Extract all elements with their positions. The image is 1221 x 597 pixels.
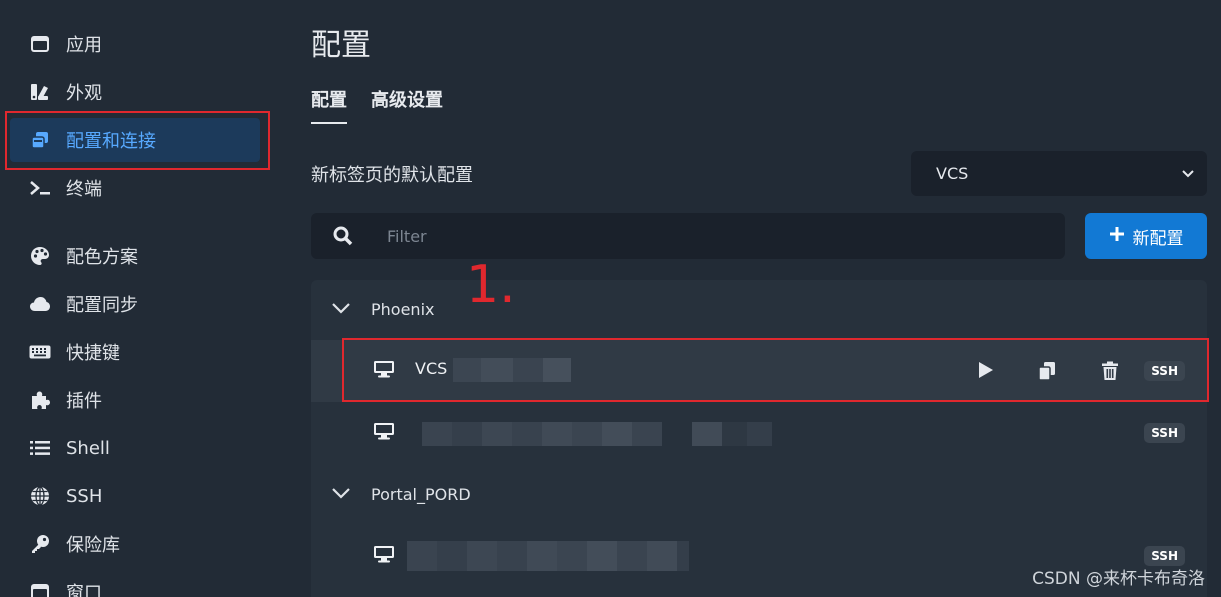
sidebar-item-ssh[interactable]: SSH (20, 474, 260, 518)
keyboard-icon (28, 340, 52, 364)
monitor-icon (373, 360, 395, 382)
list-icon (28, 436, 52, 460)
window-icon (28, 580, 52, 597)
main-panel: 配置 配置 高级设置 新标签页的默认配置 VCS 新配置 Phoenix (272, 0, 1221, 597)
appearance-icon (28, 80, 52, 104)
sidebar-item-config-sync[interactable]: 配置同步 (20, 282, 260, 326)
sidebar-item-label: 配置同步 (66, 295, 138, 316)
window-icon (28, 32, 52, 56)
sidebar-item-label: SSH (66, 485, 103, 507)
sidebar-item-label: Shell (66, 437, 110, 459)
default-profile-value: VCS (936, 164, 969, 183)
sidebar-item-label: 配置和连接 (66, 131, 156, 152)
annotation-step-label: 1. (466, 255, 516, 315)
page-title: 配置 (311, 28, 371, 63)
monitor-icon (373, 545, 395, 567)
ssh-badge: SSH (1144, 361, 1185, 381)
play-icon[interactable] (978, 361, 994, 383)
puzzle-icon (28, 388, 52, 412)
sidebar-item-color-scheme[interactable]: 配色方案 (20, 234, 260, 278)
sidebar: 应用 外观 配置和连接 终端 配色方案 配置同步 快捷键 插件 Shell SS… (0, 0, 272, 597)
redacted-text (422, 422, 772, 446)
monitor-icon (373, 422, 395, 444)
terminal-icon (28, 176, 52, 200)
trash-icon[interactable] (1101, 361, 1119, 385)
sidebar-item-label: 外观 (66, 83, 102, 104)
sidebar-item-label: 应用 (66, 35, 102, 56)
profile-list: Phoenix VCS SSH SSH Portal_PORD SSH (311, 280, 1207, 597)
ssh-badge: SSH (1144, 423, 1185, 443)
search-icon (333, 226, 353, 250)
filter-input[interactable] (387, 213, 1047, 259)
redacted-text (407, 541, 689, 571)
profile-name: VCS (415, 359, 448, 378)
group-header-portal-pord[interactable]: Portal_PORD (331, 479, 471, 509)
plus-icon (1109, 226, 1125, 247)
profile-row[interactable]: SSH (311, 402, 1207, 464)
chevron-down-icon (331, 300, 351, 319)
sidebar-item-label: 终端 (66, 179, 102, 200)
key-icon (28, 532, 52, 556)
sidebar-item-hotkeys[interactable]: 快捷键 (20, 330, 260, 374)
sidebar-item-plugins[interactable]: 插件 (20, 378, 260, 422)
tab-profiles[interactable]: 配置 (311, 86, 347, 124)
sidebar-item-shell[interactable]: Shell (20, 426, 260, 470)
sidebar-item-appearance[interactable]: 外观 (20, 70, 260, 114)
ssh-badge: SSH (1144, 546, 1185, 566)
sidebar-item-profiles-connections[interactable]: 配置和连接 (10, 118, 260, 162)
group-name: Portal_PORD (371, 484, 471, 504)
globe-icon (28, 484, 52, 508)
palette-icon (28, 244, 52, 268)
filter-box (311, 213, 1065, 259)
default-profile-select[interactable]: VCS (911, 151, 1207, 196)
sidebar-item-window[interactable]: 窗口 (20, 570, 260, 597)
sidebar-item-label: 快捷键 (66, 343, 120, 364)
duplicate-icon[interactable] (1038, 361, 1056, 385)
redacted-text (453, 358, 571, 382)
chevron-down-icon (331, 485, 351, 504)
sidebar-item-label: 保险库 (66, 535, 120, 556)
profiles-icon (28, 128, 52, 152)
new-profile-button[interactable]: 新配置 (1085, 213, 1207, 259)
watermark: CSDN @来杯卡布奇洛 (1032, 569, 1205, 589)
sidebar-item-terminal[interactable]: 终端 (20, 166, 260, 210)
sidebar-item-vault[interactable]: 保险库 (20, 522, 260, 566)
group-name: Phoenix (371, 299, 435, 319)
sidebar-item-label: 插件 (66, 391, 102, 412)
group-header-phoenix[interactable]: Phoenix (331, 294, 434, 324)
cloud-icon (28, 292, 52, 316)
sidebar-item-application[interactable]: 应用 (20, 22, 260, 66)
default-profile-label: 新标签页的默认配置 (311, 165, 473, 186)
profile-row[interactable]: VCS SSH (311, 340, 1207, 402)
chevron-down-icon (1181, 165, 1195, 184)
tab-advanced-settings[interactable]: 高级设置 (371, 86, 443, 122)
sidebar-item-label: 配色方案 (66, 247, 138, 268)
new-profile-label: 新配置 (1132, 228, 1184, 249)
sidebar-item-label: 窗口 (66, 583, 102, 597)
